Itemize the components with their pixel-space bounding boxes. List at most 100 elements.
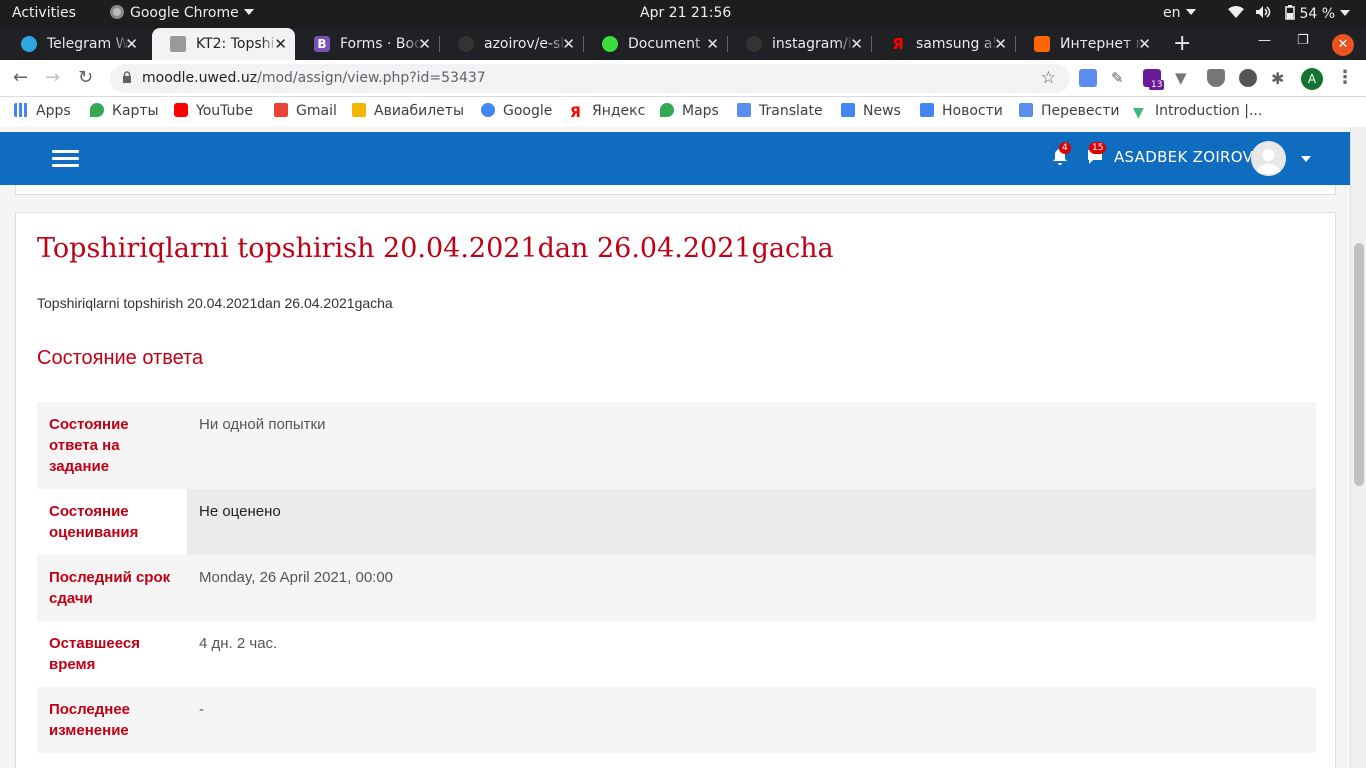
google-icon: [481, 103, 495, 117]
translate-icon: [737, 103, 751, 117]
system-top-bar: Activities Google Chrome Apr 21 21:56 en…: [0, 0, 1366, 28]
user-silhouette-icon: [1256, 149, 1281, 174]
tab-github-instagram[interactable]: instagram/i ✕: [728, 28, 871, 60]
row-value: Не оценено: [187, 489, 1316, 555]
back-button[interactable]: ←: [13, 67, 28, 88]
document-icon: [602, 36, 618, 52]
row-label: Последний срок сдачи: [49, 569, 171, 607]
scrollbar-thumb[interactable]: [1354, 243, 1364, 486]
bookmark-apps[interactable]: Apps: [14, 103, 71, 119]
chrome-menu-icon[interactable]: ⋮: [1336, 67, 1354, 88]
bookmark-label: Translate: [759, 103, 823, 119]
forward-button[interactable]: →: [45, 67, 60, 88]
bookmark-translate-ru[interactable]: Перевести: [1019, 103, 1119, 119]
bookmark-star-icon[interactable]: ☆: [1041, 68, 1056, 88]
bookmark-maps-ru[interactable]: Карты: [90, 103, 159, 119]
extension-badge-count: 13: [1149, 80, 1165, 90]
activities-button[interactable]: Activities: [12, 5, 76, 21]
tab-label: Document: [628, 36, 701, 52]
news-icon: [920, 103, 934, 117]
chevron-down-icon: [243, 9, 254, 15]
metamask-extension-icon[interactable]: [1239, 69, 1257, 87]
battery-percent: 54 %: [1299, 6, 1336, 22]
bookmark-label: Introduction |...: [1155, 103, 1263, 119]
close-icon[interactable]: ✕: [274, 28, 287, 60]
tab-telegram[interactable]: Telegram W ✕: [3, 28, 146, 60]
row-label: Последнее изменение: [49, 701, 131, 739]
tab-moodle-assignment[interactable]: KT2: Topshi ✕: [152, 28, 295, 60]
tab-github-azoirov[interactable]: azoirov/e-sl ✕: [440, 28, 583, 60]
maps-pin-icon: [90, 103, 104, 117]
news-icon: [841, 103, 855, 117]
app-menu[interactable]: Google Chrome: [110, 5, 254, 21]
close-icon[interactable]: ✕: [1138, 28, 1151, 60]
user-menu-chevron-icon[interactable]: [1301, 156, 1311, 162]
bookmark-translate[interactable]: Translate: [737, 103, 823, 119]
bookmark-label: Новости: [942, 103, 1003, 119]
battery-icon: [1285, 5, 1295, 20]
tab-label: samsung a5: [916, 36, 998, 52]
tab-label: azoirov/e-sl: [484, 36, 565, 52]
bookmark-gmail[interactable]: Gmail: [274, 103, 337, 119]
bookmark-flights[interactable]: Авиабилеты: [352, 103, 464, 119]
bookmark-google[interactable]: Google: [481, 103, 552, 119]
bookmark-news-ru[interactable]: Новости: [920, 103, 1003, 119]
bookmark-yandex[interactable]: Я Яндекс: [570, 103, 645, 120]
yandex-icon: Я: [892, 35, 904, 53]
telegram-icon: [21, 36, 37, 52]
bookmark-label: Авиабилеты: [374, 103, 465, 119]
profile-avatar[interactable]: A: [1301, 68, 1323, 90]
wifi-icon[interactable]: [1228, 5, 1244, 23]
user-name[interactable]: ASADBEK ZOIROV: [1114, 148, 1253, 166]
eyedropper-extension-icon[interactable]: ✎: [1111, 69, 1129, 87]
table-row: Последнее изменение -: [37, 687, 1316, 753]
github-icon: [458, 36, 474, 52]
bookmark-maps[interactable]: Maps: [660, 103, 719, 119]
youtube-icon: [174, 103, 188, 117]
battery-indicator[interactable]: 54 %: [1285, 5, 1351, 22]
window-close-button[interactable]: ✕: [1332, 34, 1354, 56]
github-icon: [746, 36, 762, 52]
minimize-button[interactable]: —: [1258, 33, 1271, 48]
extensions-puzzle-icon[interactable]: ✱: [1271, 69, 1289, 88]
tab-yandex-samsung[interactable]: Я samsung a5 ✕: [872, 28, 1015, 60]
reload-button[interactable]: ↻: [78, 67, 93, 88]
close-icon[interactable]: ✕: [418, 28, 431, 60]
table-row: Оставшееся время 4 дн. 2 час.: [37, 621, 1316, 687]
language-label: en: [1163, 5, 1181, 21]
yandex-icon: Я: [570, 105, 581, 121]
page-scrollbar[interactable]: [1350, 127, 1366, 768]
tab-internet-shop[interactable]: Интернет м ✕: [1016, 28, 1159, 60]
new-tab-button[interactable]: +: [1173, 31, 1191, 56]
url-text: moodle.uwed.uz/mod/assign/view.php?id=53…: [142, 70, 486, 86]
close-icon[interactable]: ✕: [850, 28, 863, 60]
gmail-icon: [274, 103, 288, 117]
clock[interactable]: Apr 21 21:56: [640, 5, 731, 21]
user-avatar[interactable]: [1251, 141, 1286, 176]
hamburger-menu-icon[interactable]: [52, 150, 79, 168]
vue-devtools-icon[interactable]: ▼: [1175, 69, 1193, 87]
close-icon[interactable]: ✕: [562, 28, 575, 60]
tab-strip: Telegram W ✕ KT2: Topshi ✕ B Forms · Boo…: [0, 28, 1366, 60]
moodle-navbar: 4 15 ASADBEK ZOIROV: [0, 132, 1350, 185]
close-icon[interactable]: ✕: [706, 28, 719, 60]
translate-extension-icon[interactable]: [1079, 69, 1097, 87]
bookmark-label: Maps: [682, 103, 719, 119]
bookmark-news[interactable]: News: [841, 103, 901, 119]
tab-label: instagram/i: [772, 36, 852, 52]
maximize-button[interactable]: ❐: [1297, 33, 1309, 48]
tab-document[interactable]: Document ✕: [584, 28, 727, 60]
tab-label: Telegram W: [47, 36, 129, 52]
close-icon[interactable]: ✕: [994, 28, 1007, 60]
tab-bootstrap-forms[interactable]: B Forms · Boo ✕: [296, 28, 439, 60]
address-bar[interactable]: moodle.uwed.uz/mod/assign/view.php?id=53…: [110, 64, 1070, 93]
language-indicator[interactable]: en: [1163, 5, 1196, 21]
shield-extension-icon[interactable]: [1207, 69, 1225, 87]
bookmarks-bar: Apps Карты YouTube Gmail Авиабилеты Goog…: [0, 97, 1366, 127]
bookmark-vue-intro[interactable]: ▼ Introduction |...: [1133, 103, 1262, 120]
volume-icon[interactable]: [1255, 5, 1271, 23]
translate-icon: [1019, 103, 1033, 117]
close-icon[interactable]: ✕: [125, 28, 138, 60]
row-value: Ни одной попытки: [199, 416, 326, 433]
bookmark-youtube[interactable]: YouTube: [174, 103, 253, 119]
